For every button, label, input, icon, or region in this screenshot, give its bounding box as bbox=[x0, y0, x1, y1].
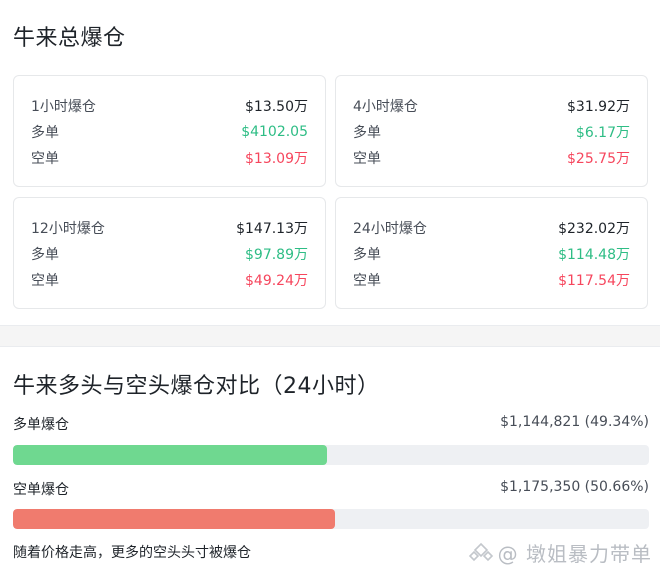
short-liquidation-value: $1,175,350 (50.66%) bbox=[500, 479, 649, 495]
card-total-value: $13.50万 bbox=[245, 99, 308, 115]
card-long-value: $6.17万 bbox=[575, 125, 630, 141]
comparison-note: 随着价格走高，更多的空头头寸被爆仓 bbox=[13, 545, 251, 561]
watermark: @ 墩姐暴力带单 bbox=[468, 538, 652, 567]
card-long-value: $97.89万 bbox=[245, 247, 308, 263]
card-short-label: 空单 bbox=[353, 151, 381, 167]
card-long-label: 多单 bbox=[31, 125, 59, 141]
card-short-label: 空单 bbox=[31, 273, 59, 289]
liquidation-card-4h: 4小时爆仓 $31.92万 多单 $6.17万 空单 $25.75万 bbox=[335, 75, 648, 187]
card-short-label: 空单 bbox=[353, 273, 381, 289]
liquidation-card-24h: 24小时爆仓 $232.02万 多单 $114.48万 空单 $117.54万 bbox=[335, 197, 648, 309]
card-short-label: 空单 bbox=[31, 151, 59, 167]
short-liquidation-label: 空单爆仓 bbox=[13, 482, 69, 498]
card-long-label: 多单 bbox=[353, 247, 381, 263]
long-liquidation-bar-fill bbox=[13, 445, 327, 465]
liquidation-card-1h: 1小时爆仓 $13.50万 多单 $4102.05 空单 $13.09万 bbox=[13, 75, 326, 187]
card-total-value: $147.13万 bbox=[236, 221, 308, 237]
card-period-label: 4小时爆仓 bbox=[353, 99, 418, 115]
card-period-label: 24小时爆仓 bbox=[353, 221, 427, 237]
section-divider bbox=[0, 325, 660, 347]
long-liquidation-bar bbox=[13, 445, 649, 465]
card-period-label: 1小时爆仓 bbox=[31, 99, 96, 115]
card-long-value: $4102.05 bbox=[241, 124, 308, 140]
long-liquidation-label: 多单爆仓 bbox=[13, 417, 69, 433]
liquidation-card-12h: 12小时爆仓 $147.13万 多单 $97.89万 空单 $49.24万 bbox=[13, 197, 326, 309]
card-short-value: $13.09万 bbox=[245, 151, 308, 167]
card-long-label: 多单 bbox=[31, 247, 59, 263]
card-period-label: 12小时爆仓 bbox=[31, 221, 105, 237]
card-short-value: $117.54万 bbox=[558, 273, 630, 289]
section-title-comparison: 牛来多头与空头爆仓对比（24小时） bbox=[13, 374, 380, 399]
long-liquidation-value: $1,144,821 (49.34%) bbox=[500, 414, 649, 430]
card-short-value: $25.75万 bbox=[567, 151, 630, 167]
diamond-logo-icon bbox=[468, 542, 493, 561]
card-total-value: $232.02万 bbox=[558, 221, 630, 237]
section-title-total-liquidation: 牛来总爆仓 bbox=[13, 26, 126, 51]
short-liquidation-row: 空单爆仓 $1,175,350 (50.66%) bbox=[13, 479, 649, 499]
short-liquidation-bar bbox=[13, 509, 649, 529]
watermark-text: @ 墩姐暴力带单 bbox=[497, 542, 652, 566]
card-short-value: $49.24万 bbox=[245, 273, 308, 289]
long-liquidation-row: 多单爆仓 $1,144,821 (49.34%) bbox=[13, 414, 649, 434]
short-liquidation-bar-fill bbox=[13, 509, 336, 529]
card-long-label: 多单 bbox=[353, 125, 381, 141]
card-total-value: $31.92万 bbox=[567, 99, 630, 115]
card-long-value: $114.48万 bbox=[558, 247, 630, 263]
